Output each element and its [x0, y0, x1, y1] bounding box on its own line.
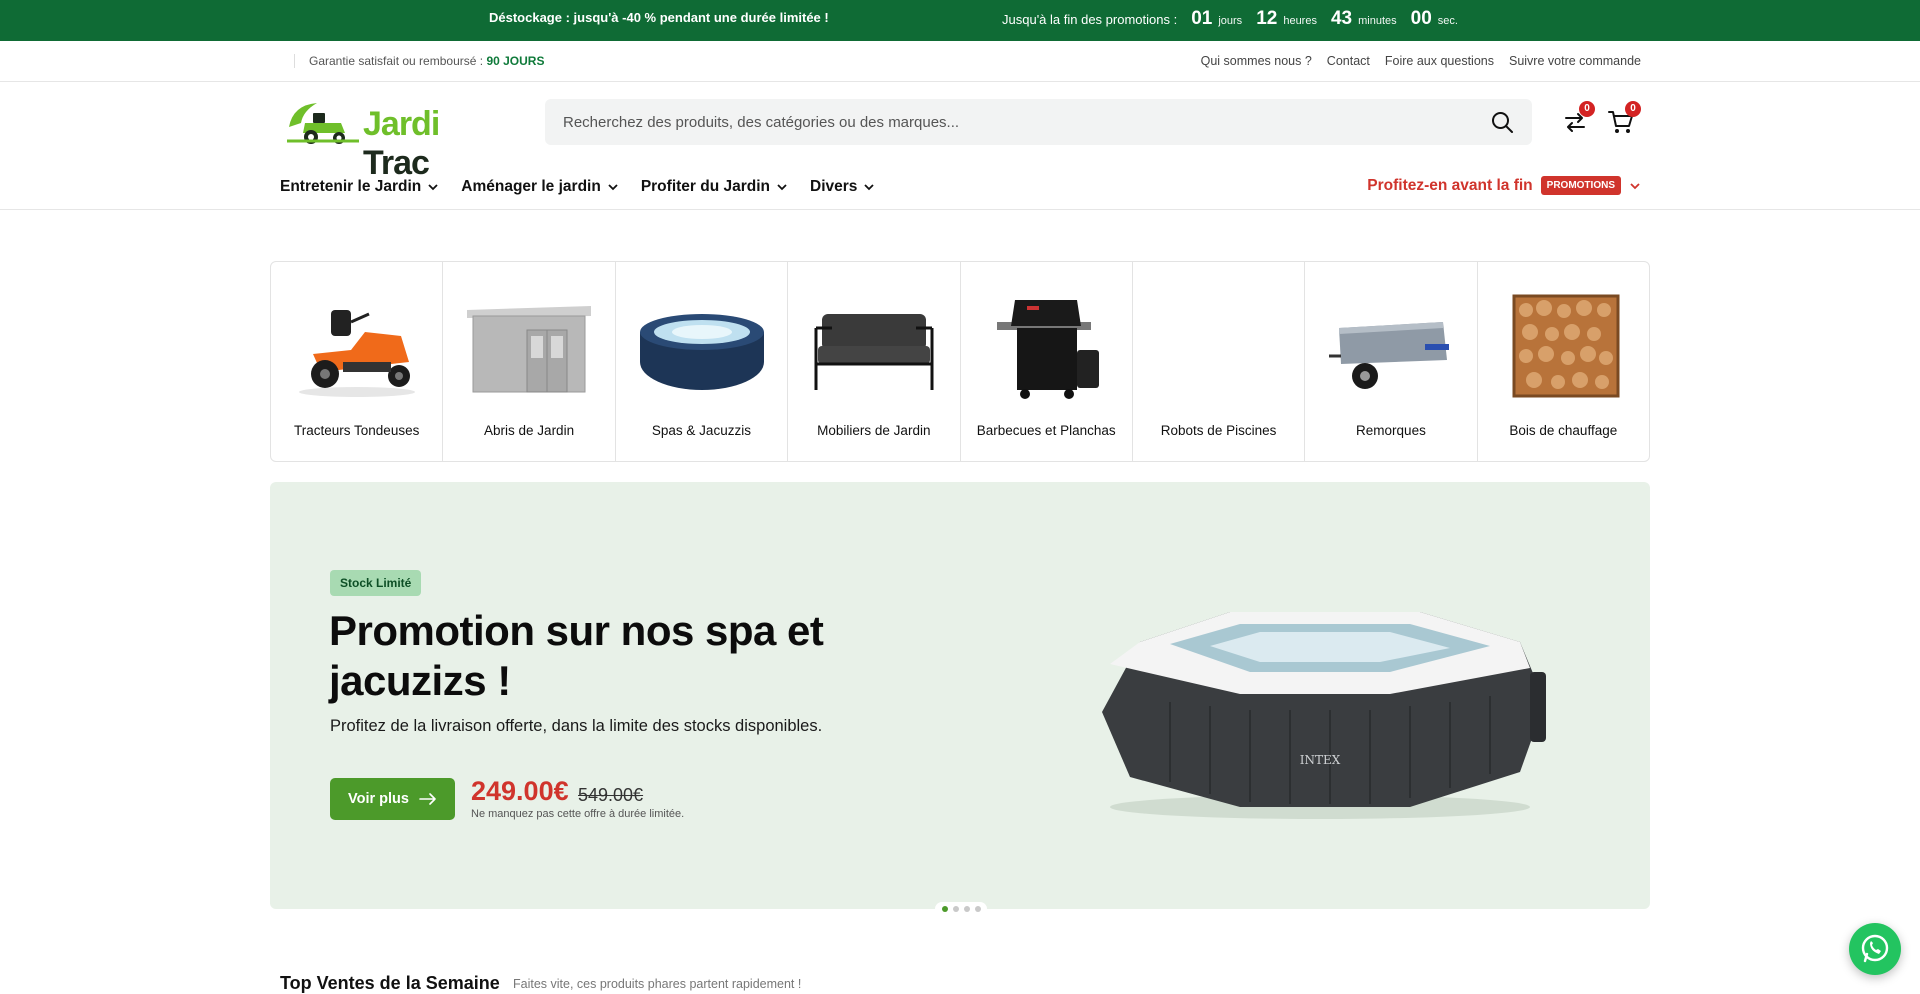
compare-count-badge: 0: [1579, 101, 1595, 117]
nav-item-amenager[interactable]: Aménager le jardin: [461, 178, 619, 196]
hero-subtitle: Profitez de la livraison offerte, dans l…: [330, 717, 823, 735]
countdown-seconds: 00: [1410, 8, 1432, 29]
nav-item-label: Aménager le jardin: [461, 178, 601, 195]
countdown-label: Jusqu'à la fin des promotions :: [1002, 12, 1178, 27]
countdown-days: 01: [1191, 8, 1213, 29]
promotions-menu[interactable]: Profitez-en avant la fin PROMOTIONS: [1367, 176, 1641, 195]
countdown-hours: 12: [1256, 8, 1278, 29]
cart-count-badge: 0: [1625, 101, 1641, 117]
search-bar: [545, 99, 1532, 145]
nav-item-profiter[interactable]: Profiter du Jardin: [641, 178, 788, 196]
promo-countdown: Jusqu'à la fin des promotions : 01 jours…: [1002, 8, 1458, 30]
see-more-label: Voir plus: [348, 791, 409, 807]
utility-bar: Garantie satisfait ou remboursé : 90 JOU…: [0, 41, 1920, 82]
guarantee-days: 90 JOURS: [486, 54, 545, 68]
category-robots-piscines[interactable]: Robots de Piscines: [1133, 262, 1306, 461]
countdown-minutes: 43: [1330, 8, 1353, 29]
carousel-dot-3[interactable]: [963, 906, 970, 912]
nav-item-entretenir[interactable]: Entretenir le Jardin: [280, 178, 439, 196]
countdown-minutes-unit: minutes: [1358, 15, 1397, 27]
carousel-dot-2[interactable]: [952, 906, 959, 912]
category-label: Barbecues et Planchas: [976, 423, 1116, 438]
nav-item-divers[interactable]: Divers: [810, 178, 875, 196]
round-spa-image: [639, 314, 764, 390]
search-input[interactable]: [563, 99, 1463, 145]
link-contact[interactable]: Contact: [1327, 54, 1370, 68]
category-barbecues[interactable]: Barbecues et Planchas: [961, 262, 1133, 461]
promotions-tag: PROMOTIONS: [1540, 176, 1621, 195]
promo-message: Déstockage : jusqu'à -40 % pendant une d…: [489, 10, 829, 25]
site-header: Jardi Trac 0 0: [0, 82, 1920, 182]
chevron-down-icon: [1630, 182, 1640, 189]
hero-offer-note: Ne manquez pas cette offre à durée limit…: [471, 808, 685, 820]
firewood-crate-image: [1512, 294, 1620, 398]
trailer-image: [1329, 322, 1450, 389]
chevron-down-icon: [777, 184, 787, 191]
promotions-text: Profitez-en avant la fin: [1367, 176, 1533, 194]
category-label: Bois de chauffage: [1509, 423, 1618, 438]
octagonal-spa-image: INTEX: [1102, 612, 1546, 819]
link-track-order[interactable]: Suivre votre commande: [1509, 54, 1641, 68]
main-nav: Entretenir le Jardin Aménager le jardin …: [0, 164, 1920, 210]
hero-title: Promotion sur nos spa et jacuzizs !: [329, 607, 824, 704]
chevron-down-icon: [864, 184, 875, 191]
category-label: Abris de Jardin: [484, 423, 575, 438]
whatsapp-icon: [1861, 934, 1889, 963]
link-about[interactable]: Qui sommes nous ?: [1201, 54, 1312, 68]
category-label: Robots de Piscines: [1160, 423, 1277, 438]
category-bois[interactable]: Bois de chauffage: [1478, 262, 1649, 461]
nav-item-label: Divers: [810, 178, 858, 195]
link-faq[interactable]: Foire aux questions: [1385, 54, 1494, 68]
hero-banner: Stock Limité Promotion sur nos spa et ja…: [270, 482, 1650, 909]
countdown-seconds-unit: sec.: [1437, 15, 1458, 27]
countdown-hours-unit: heures: [1283, 15, 1317, 27]
nav-item-label: Entretenir le Jardin: [280, 178, 422, 195]
whatsapp-chat-button[interactable]: [1849, 923, 1901, 975]
search-icon[interactable]: [1490, 110, 1514, 134]
category-mobiliers[interactable]: Mobiliers de Jardin: [788, 262, 961, 461]
garden-shed-image: [467, 306, 592, 393]
barbecue-image: [996, 300, 1099, 399]
chevron-down-icon: [428, 184, 438, 191]
site-logo[interactable]: Jardi Trac: [283, 97, 503, 182]
category-label: Mobiliers de Jardin: [817, 423, 931, 438]
top-sales-title: Top Ventes de la Semaine: [280, 973, 500, 993]
tractor-logo-icon: [287, 103, 359, 144]
logo-part-1: Jardi: [363, 105, 440, 143]
top-sales-subtitle: Faites vite, ces produits phares partent…: [513, 977, 802, 991]
compare-button[interactable]: 0: [1561, 101, 1595, 136]
category-label: Tracteurs Tondeuses: [294, 423, 420, 438]
chevron-down-icon: [608, 184, 618, 191]
carousel-dots: [935, 902, 987, 916]
lawn-tractor-image: [299, 310, 415, 397]
carousel-dot-1[interactable]: [941, 906, 948, 912]
cart-button[interactable]: 0: [1607, 101, 1641, 136]
category-label: Remorques: [1356, 423, 1426, 438]
nav-item-label: Profiter du Jardin: [640, 178, 770, 195]
garden-sofa-image: [814, 314, 934, 390]
see-more-button[interactable]: Voir plus: [330, 778, 455, 820]
arrow-right-icon: [419, 793, 436, 805]
category-tracteurs[interactable]: Tracteurs Tondeuses: [271, 262, 444, 461]
guarantee-label: Garantie satisfait ou remboursé :: [309, 54, 484, 68]
promo-topbar: Déstockage : jusqu'à -40 % pendant une d…: [0, 0, 1920, 41]
countdown-days-unit: jours: [1218, 15, 1243, 27]
hero-old-price: 549.00€: [578, 785, 644, 805]
hero-price: 249.00€: [471, 776, 569, 806]
category-grid: Tracteurs Tondeuses Abris de Jardin Spas…: [270, 261, 1650, 462]
spa-brand: INTEX: [1300, 753, 1341, 767]
nav-menu: Entretenir le Jardin Aménager le jardin …: [280, 178, 875, 196]
category-abris[interactable]: Abris de Jardin: [443, 262, 616, 461]
carousel-dot-4[interactable]: [974, 906, 981, 912]
utility-links: Qui sommes nous ? Contact Foire aux ques…: [1201, 54, 1641, 68]
guarantee-text: Garantie satisfait ou remboursé : 90 JOU…: [294, 54, 544, 68]
category-label: Spas & Jacuzzis: [651, 423, 751, 438]
category-spas[interactable]: Spas & Jacuzzis: [616, 262, 789, 461]
category-remorques[interactable]: Remorques: [1305, 262, 1478, 461]
stock-chip: Stock Limité: [330, 570, 422, 596]
